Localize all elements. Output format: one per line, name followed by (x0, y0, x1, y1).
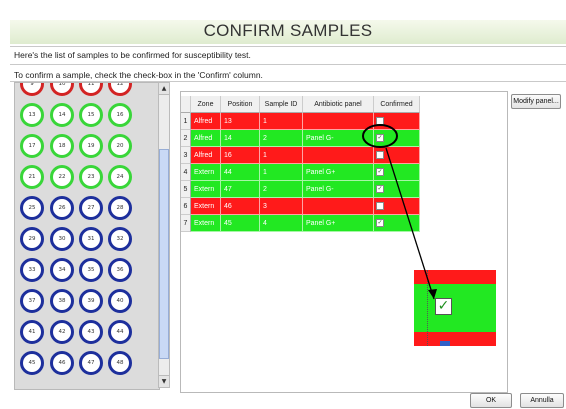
highlight-ellipse (362, 124, 398, 148)
callout-arrow-line (385, 147, 435, 300)
callout-arrow-head-icon (428, 289, 437, 299)
confirm-samples-window: CONFIRM SAMPLES Here's the list of sampl… (0, 0, 566, 409)
cancel-button[interactable]: Annulla (520, 393, 564, 408)
ok-button[interactable]: OK (470, 393, 512, 408)
callout-overlay (362, 124, 437, 300)
